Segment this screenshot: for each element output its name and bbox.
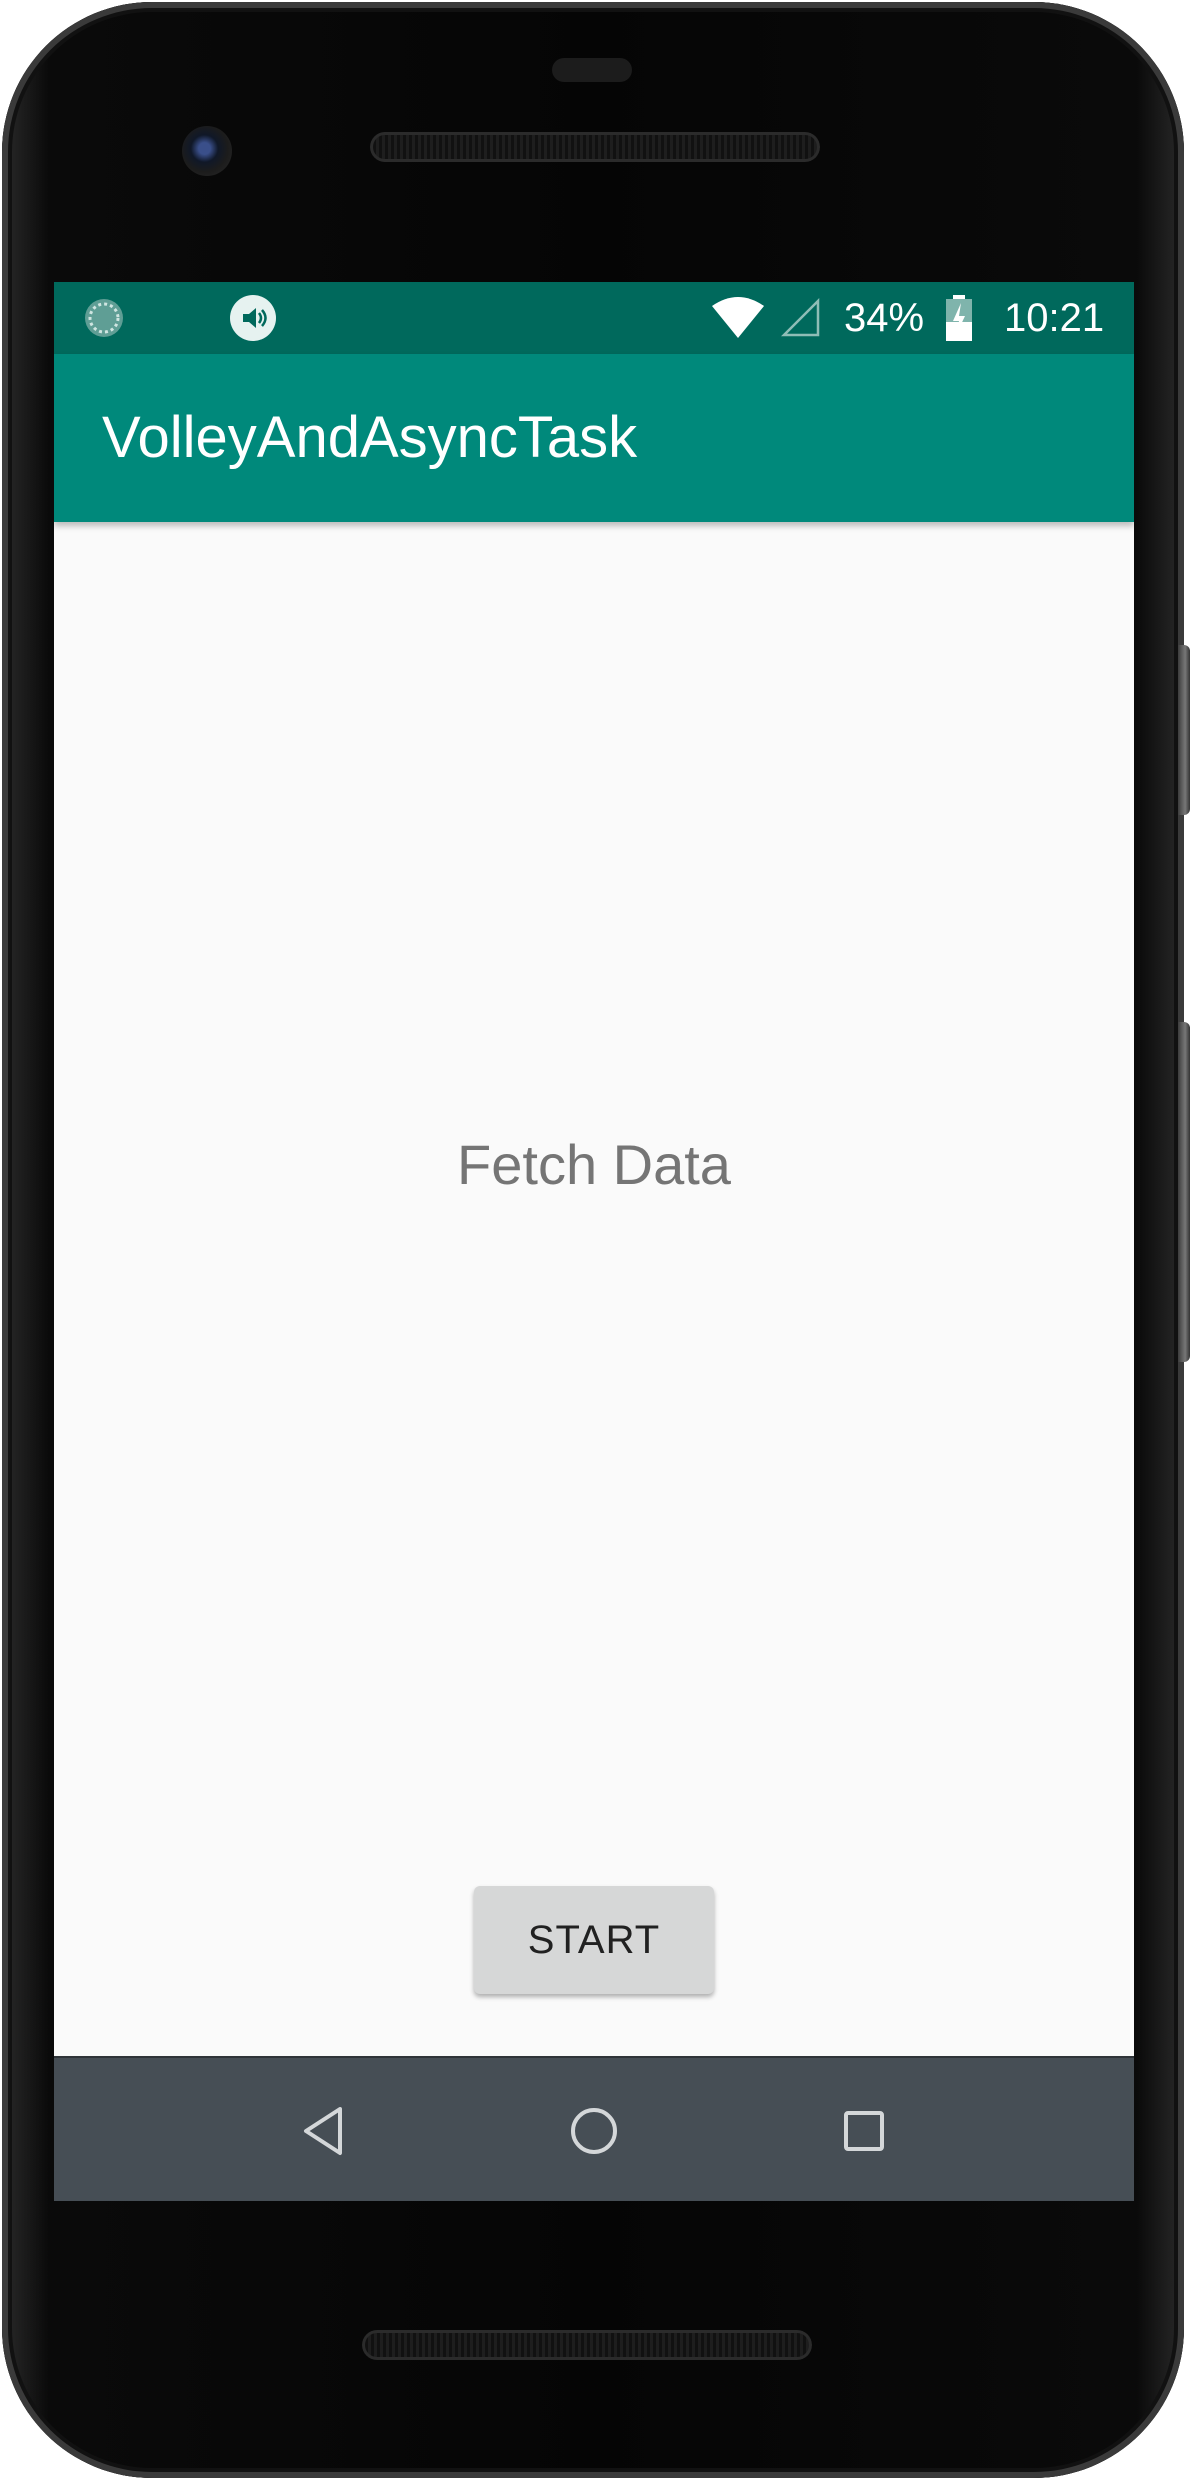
power-button	[1178, 645, 1190, 815]
phone-frame: 34% 10:21 VolleyAndAsyncTask Fetch Data …	[2, 2, 1184, 2478]
home-icon[interactable]	[534, 2058, 654, 2201]
wifi-icon	[710, 282, 766, 354]
back-icon[interactable]	[264, 2058, 384, 2201]
bottom-speaker	[362, 2330, 812, 2360]
cell-signal-icon	[780, 282, 822, 354]
app-bar: VolleyAndAsyncTask	[54, 354, 1134, 522]
proximity-sensor	[552, 58, 632, 82]
start-button[interactable]: START	[474, 1886, 714, 1994]
clock: 10:21	[1004, 295, 1105, 340]
navigation-bar	[54, 2056, 1134, 2201]
volume-rocker	[1178, 1022, 1190, 1362]
volume-icon	[229, 282, 277, 354]
fetch-data-text: Fetch Data	[457, 1133, 731, 1196]
front-camera	[182, 126, 232, 176]
status-bar: 34% 10:21	[54, 282, 1134, 354]
recents-icon[interactable]	[804, 2058, 924, 2201]
sync-icon	[82, 282, 126, 354]
main-content: Fetch Data START	[54, 522, 1134, 2056]
earpiece-speaker	[370, 132, 820, 162]
app-title: VolleyAndAsyncTask	[102, 405, 638, 470]
battery-icon	[944, 282, 974, 354]
screen: 34% 10:21 VolleyAndAsyncTask Fetch Data …	[54, 282, 1134, 2201]
battery-percent: 34%	[844, 295, 925, 340]
